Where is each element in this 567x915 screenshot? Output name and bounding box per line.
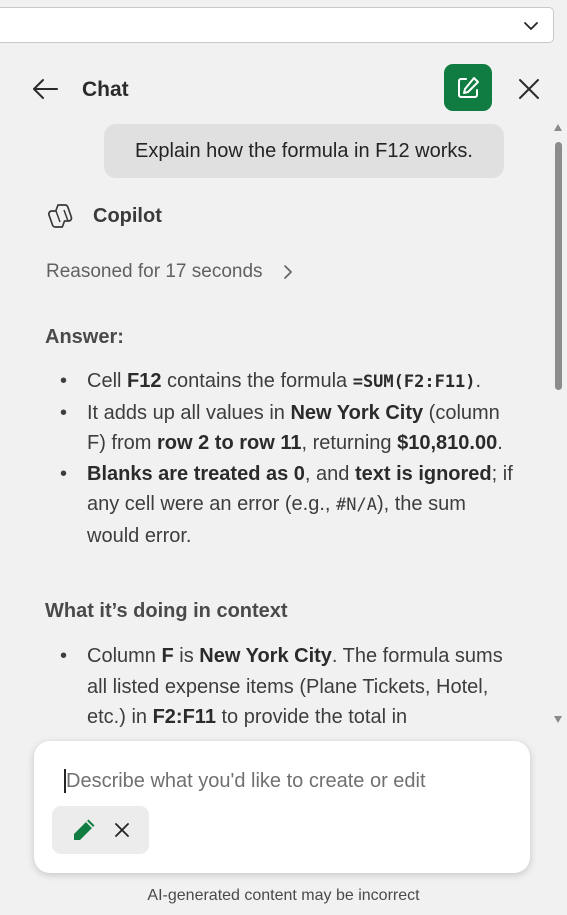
answer-heading: Answer:: [45, 326, 124, 348]
bold-text: New York City: [199, 645, 332, 667]
arrow-left-icon: [33, 79, 58, 99]
list-text: , returning: [301, 432, 398, 454]
copilot-logo-icon: [48, 204, 73, 228]
page-title: Chat: [82, 78, 129, 101]
chat-header: Chat: [0, 60, 567, 116]
assistant-header: Copilot: [46, 200, 162, 232]
list-item: Blanks are treated as 0, and text is ign…: [60, 459, 520, 552]
inline-code: #N/A: [336, 495, 377, 515]
reasoning-toggle[interactable]: Reasoned for 17 seconds: [46, 261, 295, 283]
bold-text: New York City: [290, 401, 424, 424]
bold-text: F2:F11: [152, 706, 216, 728]
answer-list: Cell F12 contains the formula =SUM(F2:F1…: [60, 366, 520, 551]
list-text: .: [475, 370, 482, 392]
scroll-up-icon[interactable]: [554, 124, 562, 131]
close-icon: [519, 79, 539, 99]
list-text: contains the formula: [161, 370, 353, 392]
list-text: is: [173, 645, 200, 667]
top-toolbar: [0, 0, 567, 50]
list-item: Cell F12 contains the formula =SUM(F2:F1…: [60, 366, 520, 398]
assistant-name: Copilot: [93, 204, 162, 227]
prompt-placeholder: Describe what you'd like to create or ed…: [66, 769, 426, 792]
top-dropdown[interactable]: [0, 7, 554, 43]
edit-mode-chip[interactable]: [52, 806, 149, 854]
context-heading: What it’s doing in context: [45, 600, 288, 622]
prompt-input[interactable]: Describe what you'd like to create or ed…: [64, 766, 504, 796]
bold-text: $10,810.00: [397, 432, 498, 454]
pencil-icon[interactable]: [70, 816, 98, 844]
chat-transcript[interactable]: Explain how the formula in F12 works. Co…: [0, 118, 567, 728]
back-button[interactable]: [28, 74, 62, 104]
bold-text: row 2 to row 11: [157, 432, 302, 454]
bold-text: F12: [127, 370, 162, 392]
context-list: Column F is New York City. The formula s…: [60, 641, 520, 728]
scrollbar[interactable]: [553, 124, 565, 724]
list-item: Column F is New York City. The formula s…: [60, 641, 520, 728]
bold-text: F: [161, 645, 174, 667]
list-text: , and: [304, 462, 355, 485]
ai-disclaimer: AI-generated content may be incorrect: [147, 887, 420, 904]
user-message: Explain how the formula in F12 works.: [104, 124, 504, 178]
chevron-right-icon: [283, 265, 292, 279]
list-text: to provide the total in: [215, 706, 408, 728]
scroll-down-icon[interactable]: [554, 716, 562, 723]
list-text: Column: [87, 645, 162, 667]
compose-icon: [458, 76, 479, 98]
scrollbar-thumb[interactable]: [555, 142, 562, 390]
list-text: .: [497, 432, 503, 454]
close-icon[interactable]: [114, 822, 130, 838]
list-text: Cell: [87, 370, 128, 392]
list-item: It adds up all values in New York City (…: [60, 398, 520, 459]
new-chat-button[interactable]: [444, 64, 492, 111]
close-button[interactable]: [514, 74, 544, 104]
inline-code: =SUM(F2:F11): [352, 372, 476, 392]
chevron-down-icon: [524, 22, 538, 30]
bold-text: Blanks are treated as 0: [87, 462, 305, 485]
list-text: It adds up all values in: [87, 401, 291, 424]
reasoning-label: Reasoned for 17 seconds: [46, 261, 263, 282]
bold-text: text is ignored: [354, 462, 492, 485]
